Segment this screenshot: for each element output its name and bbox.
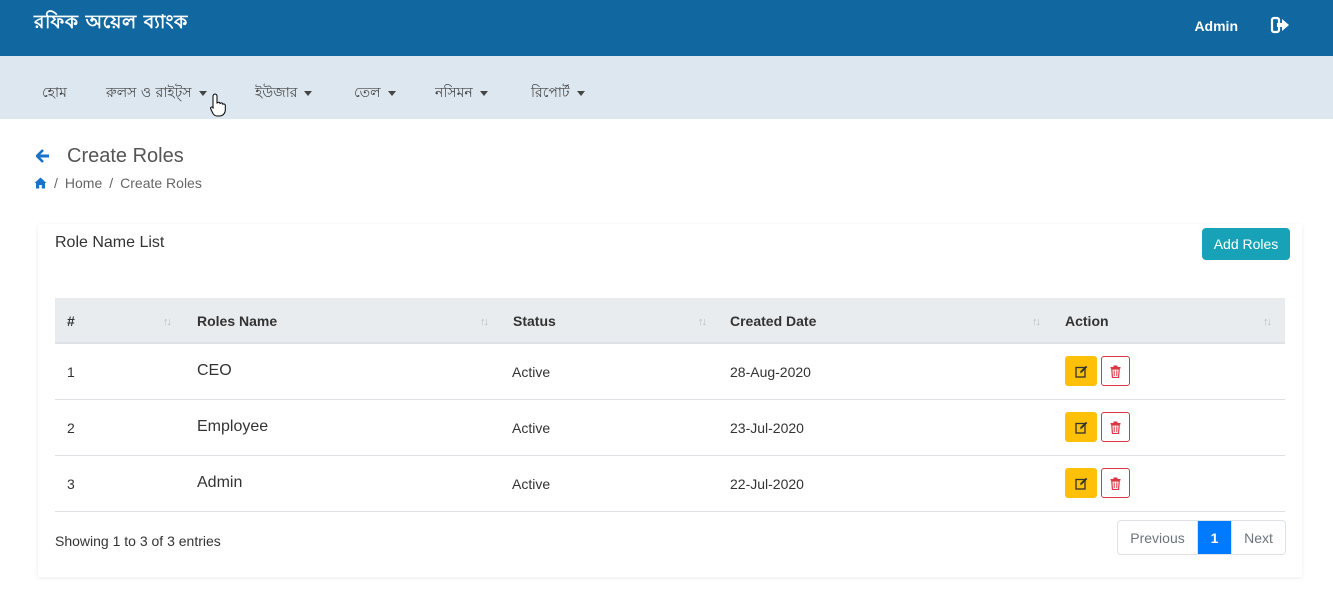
nav-nosimon[interactable]: নসিমন <box>435 81 488 105</box>
cell-created-date: 28-Aug-2020 <box>730 364 811 380</box>
brand-title[interactable]: রফিক অয়েল ব্যাংক <box>34 8 188 40</box>
delete-button[interactable] <box>1101 356 1130 386</box>
nav-oil[interactable]: তেল <box>354 81 396 105</box>
top-header: রফিক অয়েল ব্যাংক Admin <box>0 0 1333 56</box>
table-row: 3 Admin Active 22-Jul-2020 <box>55 456 1285 512</box>
cell-number: 3 <box>67 476 75 492</box>
cell-created-date: 22-Jul-2020 <box>730 476 804 492</box>
caret-down-icon <box>479 90 488 96</box>
edit-button[interactable] <box>1065 356 1097 386</box>
sort-icon[interactable]: ↑↓ <box>163 316 172 328</box>
col-header-status[interactable]: Status <box>513 313 556 329</box>
breadcrumb-current: Create Roles <box>120 175 202 191</box>
sign-out-icon[interactable] <box>1270 15 1290 35</box>
edit-icon <box>1074 365 1087 378</box>
edit-icon <box>1074 421 1087 434</box>
col-header-created-date[interactable]: Created Date <box>730 313 816 329</box>
sort-icon[interactable]: ↑↓ <box>480 316 489 328</box>
nav-rules-label: রুলস ও রাইট্স <box>106 85 192 101</box>
user-name[interactable]: Admin <box>1194 18 1238 34</box>
col-header-action: Action <box>1065 313 1109 329</box>
delete-button[interactable] <box>1101 412 1130 442</box>
breadcrumb-home[interactable]: Home <box>65 175 102 191</box>
nav-home-label: হোম <box>42 85 67 101</box>
table-row: 1 CEO Active 28-Aug-2020 <box>55 344 1285 400</box>
sort-icon[interactable]: ↑↓ <box>1263 316 1272 328</box>
home-icon[interactable] <box>34 177 47 189</box>
nav-nosimon-label: নসিমন <box>435 85 473 101</box>
nav-home[interactable]: হোম <box>42 81 67 105</box>
sort-icon[interactable]: ↑↓ <box>698 316 707 328</box>
cell-number: 2 <box>67 420 75 436</box>
cell-created-date: 23-Jul-2020 <box>730 420 804 436</box>
previous-page-button[interactable]: Previous <box>1118 521 1198 554</box>
entries-info: Showing 1 to 3 of 3 entries <box>55 533 221 549</box>
next-page-button[interactable]: Next <box>1231 521 1285 554</box>
main-navbar: হোম রুলস ও রাইট্স ইউজার তেল নসিমন রিপোর্… <box>0 56 1333 119</box>
caret-down-icon <box>387 90 396 96</box>
list-title: Role Name List <box>55 234 165 251</box>
edit-button[interactable] <box>1065 468 1097 498</box>
add-roles-button[interactable]: Add Roles <box>1202 228 1290 260</box>
cell-role-name: Employee <box>197 418 269 435</box>
nav-report-label: রিপোর্ট <box>531 85 570 101</box>
table-row: 2 Employee Active 23-Jul-2020 <box>55 400 1285 456</box>
cell-role-name: Admin <box>197 474 243 491</box>
pagination: Previous 1 Next <box>1117 520 1286 555</box>
trash-icon <box>1110 421 1121 434</box>
nav-users[interactable]: ইউজার <box>255 81 313 105</box>
cell-number: 1 <box>67 364 75 380</box>
cell-status: Active <box>512 476 551 492</box>
trash-icon <box>1110 365 1121 378</box>
nav-oil-label: তেল <box>354 85 381 101</box>
sort-icon[interactable]: ↑↓ <box>1032 316 1041 328</box>
edit-button[interactable] <box>1065 412 1097 442</box>
cell-role-name: CEO <box>197 362 232 379</box>
breadcrumb-separator: / <box>109 175 114 191</box>
page-title: Create Roles <box>67 145 184 167</box>
col-header-number[interactable]: # <box>67 313 75 329</box>
nav-users-label: ইউজার <box>255 85 298 101</box>
arrow-left-icon[interactable] <box>36 149 50 163</box>
page-1-button[interactable]: 1 <box>1198 521 1231 554</box>
nav-report[interactable]: রিপোর্ট <box>531 81 585 105</box>
breadcrumb-separator: / <box>54 175 58 191</box>
delete-button[interactable] <box>1101 468 1130 498</box>
cell-status: Active <box>512 364 551 380</box>
caret-down-icon <box>576 90 585 96</box>
hand-cursor-icon <box>210 93 226 117</box>
cell-status: Active <box>512 420 551 436</box>
col-header-roles-name[interactable]: Roles Name <box>197 313 277 329</box>
caret-down-icon <box>198 90 207 96</box>
nav-rules-rights[interactable]: রুলস ও রাইট্স <box>106 81 207 105</box>
table-header: # ↑↓ Roles Name ↑↓ Status ↑↓ Created Dat… <box>55 298 1285 344</box>
edit-icon <box>1074 477 1087 490</box>
roles-table: # ↑↓ Roles Name ↑↓ Status ↑↓ Created Dat… <box>55 298 1285 512</box>
trash-icon <box>1110 477 1121 490</box>
caret-down-icon <box>304 90 313 96</box>
breadcrumb: / Home / Create Roles <box>34 175 202 191</box>
